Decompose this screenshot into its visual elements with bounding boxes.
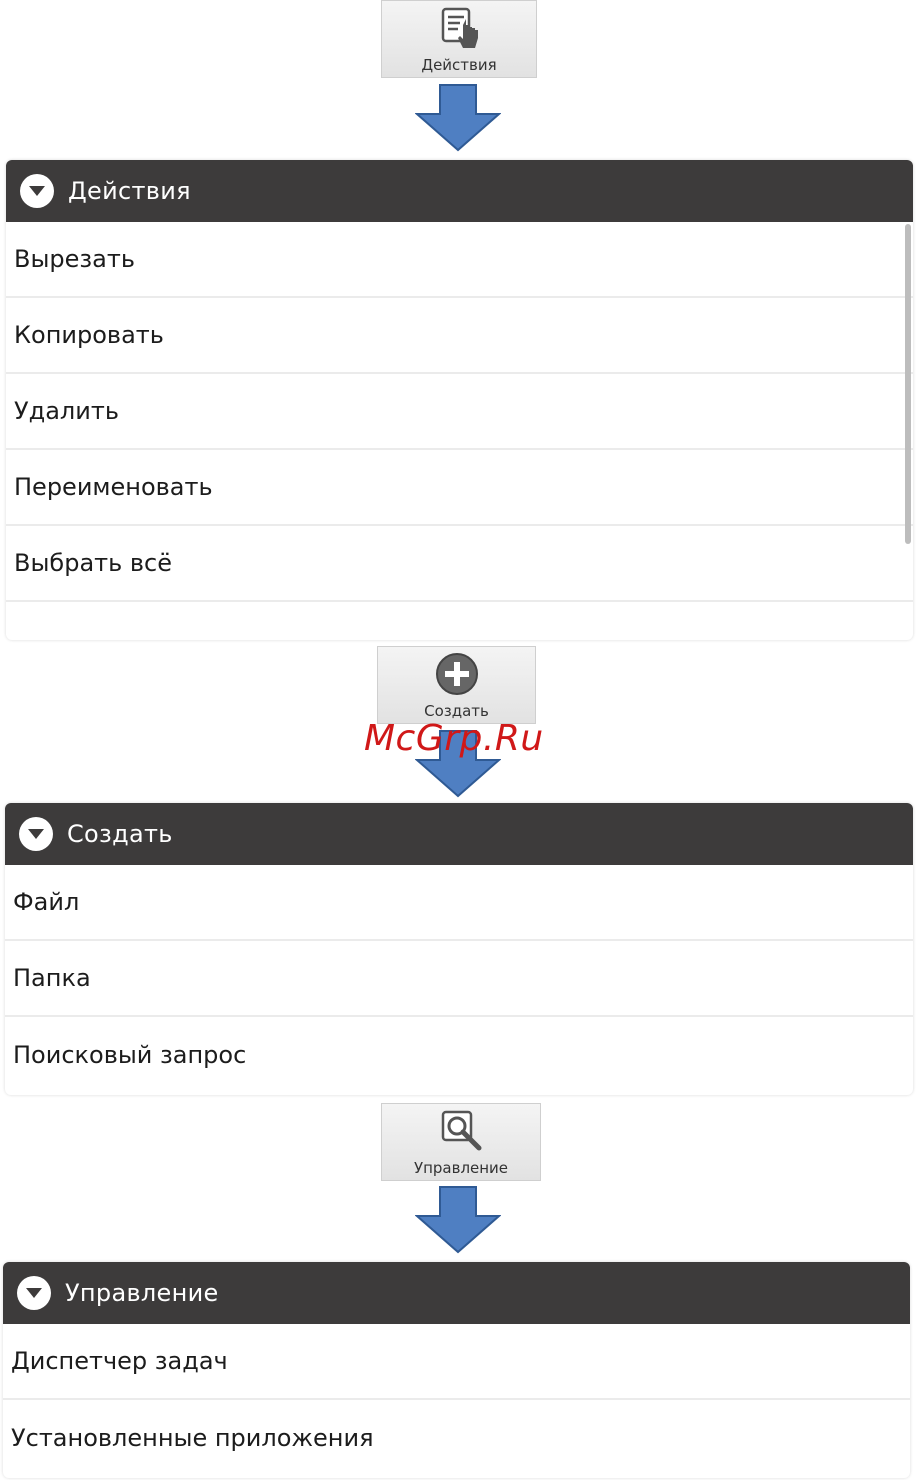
plus-circle-icon	[434, 651, 480, 701]
actions-menu-title: Действия	[68, 177, 191, 205]
arrow-down-icon	[415, 84, 501, 152]
actions-button-label: Действия	[421, 56, 497, 74]
chevron-down-icon	[17, 1276, 51, 1310]
menu-item-file[interactable]: Файл	[5, 865, 913, 941]
menu-item-rename[interactable]: Переименовать	[6, 450, 913, 526]
menu-item-select-all[interactable]: Выбрать всё	[6, 526, 913, 602]
actions-button[interactable]: Действия	[381, 0, 537, 78]
menu-item-installed-apps[interactable]: Установленные приложения	[3, 1400, 910, 1476]
menu-item-cut[interactable]: Вырезать	[6, 222, 913, 298]
create-menu-header[interactable]: Создать	[5, 803, 913, 865]
create-menu: Создать Файл Папка Поисковый запрос	[5, 803, 913, 1095]
menu-item-folder[interactable]: Папка	[5, 941, 913, 1017]
manage-menu-title: Управление	[65, 1279, 219, 1307]
manage-menu: Управление Диспетчер задач Установленные…	[3, 1262, 910, 1478]
manage-button-label: Управление	[413, 1159, 509, 1177]
watermark: McGrp.Ru	[364, 718, 544, 759]
menu-item-search-query[interactable]: Поисковый запрос	[5, 1017, 913, 1093]
actions-menu-header[interactable]: Действия	[6, 160, 913, 222]
manage-menu-list: Диспетчер задач Установленные приложения	[3, 1324, 910, 1476]
menu-item-task-manager[interactable]: Диспетчер задач	[3, 1324, 910, 1400]
create-button[interactable]: Создать	[377, 646, 536, 724]
wrench-magnifier-icon	[437, 1108, 485, 1160]
create-menu-title: Создать	[67, 820, 173, 848]
chevron-down-icon	[20, 174, 54, 208]
manage-menu-header[interactable]: Управление	[3, 1262, 910, 1324]
actions-menu: Действия Вырезать Копировать Удалить Пер…	[6, 160, 913, 640]
create-menu-list: Файл Папка Поисковый запрос	[5, 865, 913, 1093]
scrollbar[interactable]	[905, 224, 911, 544]
menu-item-delete[interactable]: Удалить	[6, 374, 913, 450]
menu-item-copy[interactable]: Копировать	[6, 298, 913, 374]
actions-menu-list: Вырезать Копировать Удалить Переименоват…	[6, 222, 913, 602]
manage-button[interactable]: Управление	[381, 1103, 541, 1181]
document-touch-icon	[435, 5, 483, 57]
arrow-down-icon	[415, 1186, 501, 1254]
chevron-down-icon	[19, 817, 53, 851]
